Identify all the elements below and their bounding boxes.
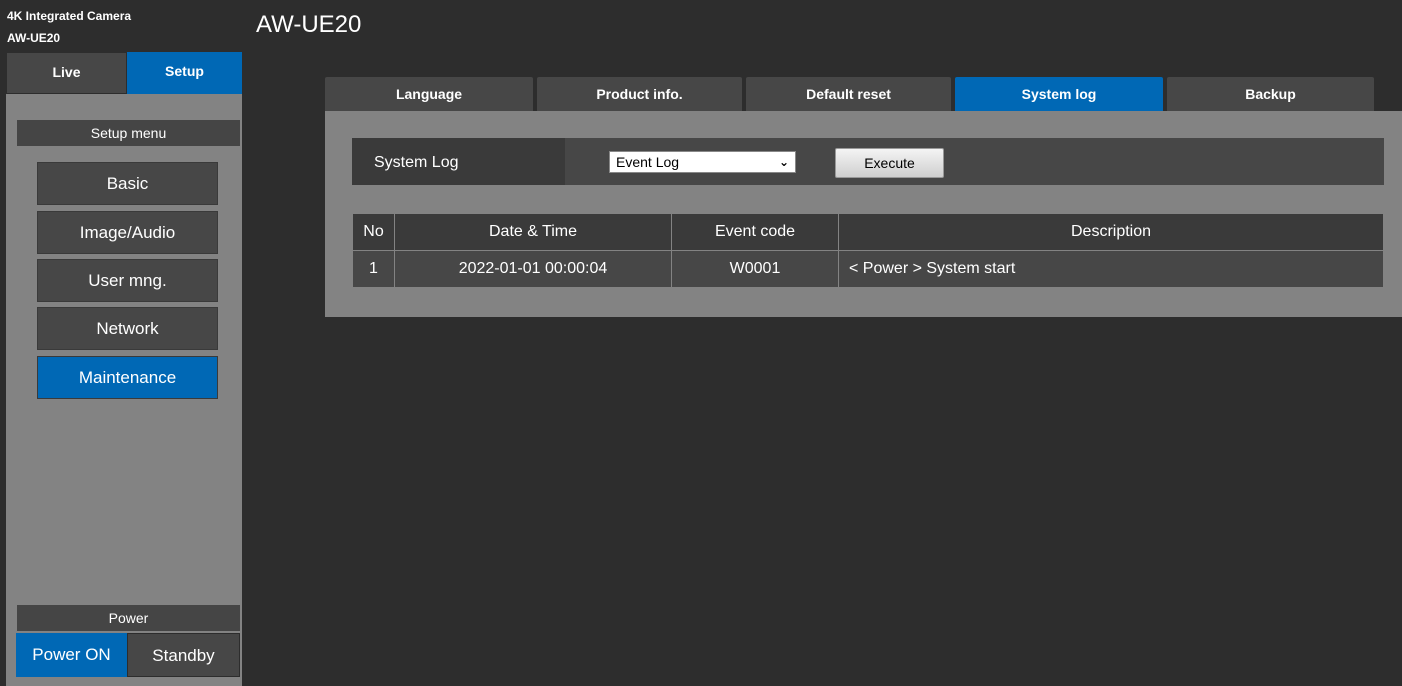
device-model-line1: 4K Integrated Camera (7, 9, 132, 23)
live-tab[interactable]: Live (6, 52, 127, 94)
setup-tab[interactable]: Setup (127, 52, 242, 94)
setup-menu-title: Setup menu (17, 120, 240, 146)
cell-event-code: W0001 (671, 250, 839, 288)
tab-language[interactable]: Language (325, 77, 533, 111)
header-event-code: Event code (671, 213, 839, 251)
tab-system-log[interactable]: System log (955, 77, 1163, 111)
table-row: 1 2022-01-01 00:00:04 W0001 < Power > Sy… (352, 250, 1384, 288)
cell-date-time: 2022-01-01 00:00:04 (394, 250, 672, 288)
system-log-label-cell: System Log (352, 138, 565, 185)
device-model-line2: AW-UE20 (7, 31, 61, 45)
header-no: No (352, 213, 395, 251)
sidebar: 4K Integrated Camera AW-UE20 Live Setup … (6, 6, 242, 686)
content-panel: System Log Event Log ⌄ Execute No Date &… (325, 111, 1402, 317)
system-log-label: System Log (374, 154, 459, 171)
menu-user-mng-button[interactable]: User mng. (37, 259, 218, 302)
tab-backup[interactable]: Backup (1167, 77, 1374, 111)
table-header-row: No Date & Time Event code Description (352, 213, 1384, 251)
menu-basic-button[interactable]: Basic (37, 162, 218, 205)
tab-default-reset[interactable]: Default reset (746, 77, 951, 111)
cell-no: 1 (352, 250, 395, 288)
menu-maintenance-button[interactable]: Maintenance (37, 356, 218, 399)
header-description: Description (838, 213, 1384, 251)
header-date-time: Date & Time (394, 213, 672, 251)
menu-network-button[interactable]: Network (37, 307, 218, 350)
system-log-bar: System Log Event Log ⌄ Execute (352, 138, 1384, 185)
device-header: 4K Integrated Camera AW-UE20 (6, 6, 242, 52)
log-type-select[interactable]: Event Log ⌄ (609, 151, 796, 173)
log-type-select-value: Event Log (616, 154, 680, 170)
power-on-button[interactable]: Power ON (16, 633, 127, 677)
chevron-down-icon: ⌄ (778, 155, 789, 169)
cell-description: < Power > System start (838, 250, 1384, 288)
standby-button[interactable]: Standby (127, 633, 240, 677)
power-title: Power (17, 605, 240, 631)
execute-button[interactable]: Execute (835, 148, 944, 178)
menu-image-audio-button[interactable]: Image/Audio (37, 211, 218, 254)
page-title: AW-UE20 (256, 11, 362, 38)
system-log-table: No Date & Time Event code Description 1 … (352, 213, 1384, 288)
tab-product-info[interactable]: Product info. (537, 77, 742, 111)
